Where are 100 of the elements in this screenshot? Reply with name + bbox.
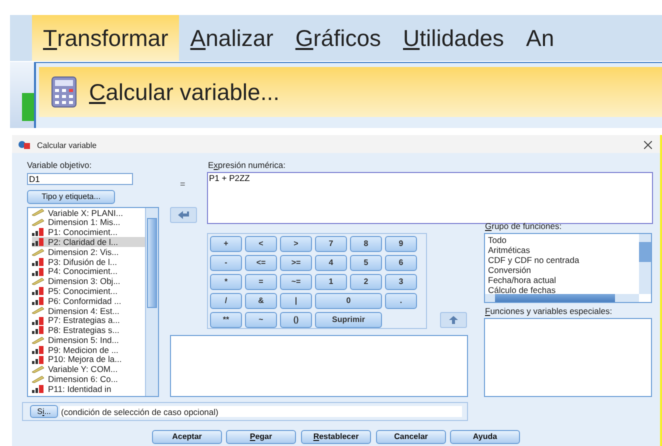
- list-item[interactable]: P1: Conocimient...: [32, 228, 146, 238]
- horizontal-scrollbar[interactable]: [485, 294, 639, 302]
- ruler-icon: [32, 376, 44, 383]
- keypad-button[interactable]: 5: [350, 255, 382, 271]
- ruler-icon: [32, 278, 44, 285]
- app-icon: [18, 140, 30, 149]
- keypad-button[interactable]: **: [210, 312, 242, 328]
- field-label: Variable objetivo:: [27, 161, 92, 170]
- bar-chart-icon: [32, 385, 44, 394]
- bar-chart-icon: [32, 268, 44, 276]
- list-item[interactable]: Dimension 3: Obj...: [32, 276, 146, 286]
- ruler-icon: [32, 209, 44, 216]
- field-label: Grupo de funciones:: [485, 222, 562, 231]
- equals-sign: =: [180, 178, 186, 191]
- dialog-button[interactable]: Restablecer: [301, 430, 371, 444]
- keypad-button[interactable]: 8: [350, 236, 382, 252]
- menu-item[interactable]: Utilidades: [392, 15, 516, 61]
- list-item[interactable]: P8: Estrategias s...: [32, 326, 146, 336]
- list-item[interactable]: P5: Conocimient...: [32, 286, 146, 296]
- list-item[interactable]: P4: Conocimient...: [32, 266, 146, 277]
- move-up-button[interactable]: [440, 312, 467, 328]
- keypad-button[interactable]: Suprimir: [315, 312, 382, 328]
- move-button[interactable]: [170, 207, 197, 223]
- list-item[interactable]: Dimension 6: Co...: [32, 374, 146, 384]
- bar-chart-icon: [32, 287, 44, 296]
- close-icon[interactable]: [644, 141, 652, 149]
- ruler-icon: [32, 336, 44, 344]
- dialog-button[interactable]: Cancelar: [376, 430, 446, 444]
- list-item[interactable]: Cálculo de fechas: [488, 285, 608, 295]
- bar-chart-icon: [32, 346, 44, 354]
- keypad-button[interactable]: 4: [315, 255, 347, 271]
- keypad-button[interactable]: 9: [385, 236, 417, 252]
- calculator-icon: [51, 76, 77, 108]
- list-item[interactable]: P7: Estrategias a...: [32, 316, 146, 326]
- keypad-button[interactable]: 3: [385, 274, 417, 290]
- keypad-button[interactable]: =: [245, 274, 277, 290]
- bar-chart-icon: [32, 326, 44, 334]
- list-item[interactable]: P6: Conformidad ...: [32, 296, 146, 306]
- keypad-button[interactable]: 1: [315, 274, 347, 290]
- menu-item[interactable]: Analizar: [179, 15, 284, 61]
- dialog-button[interactable]: Pegar: [226, 430, 296, 444]
- keypad-button[interactable]: <: [245, 236, 277, 252]
- keypad-button[interactable]: /: [210, 293, 242, 309]
- bar-chart-icon: [32, 258, 44, 266]
- up-arrow-icon: [449, 316, 458, 324]
- edge-marker: [22, 93, 34, 121]
- keypad-button[interactable]: 6: [385, 255, 417, 271]
- list-item[interactable]: P11: Identidad in: [32, 384, 146, 394]
- keypad-button[interactable]: 2: [350, 274, 382, 290]
- list-item[interactable]: P2: Claridad de l...: [32, 237, 146, 248]
- bar-chart-icon: [32, 316, 44, 325]
- keypad-button[interactable]: -: [210, 255, 242, 271]
- scrollbar-thumb[interactable]: [147, 218, 157, 308]
- keypad-button[interactable]: 7: [315, 236, 347, 252]
- scrollbar[interactable]: [639, 234, 651, 294]
- ruler-icon: [32, 307, 44, 314]
- keypad-button[interactable]: ~=: [280, 274, 312, 290]
- ruler-icon: [32, 366, 44, 374]
- field-label: Funciones y variables especiales:: [485, 307, 612, 316]
- keypad-button[interactable]: <=: [245, 255, 277, 271]
- type-label-button[interactable]: Tipo y etiqueta...: [27, 190, 115, 204]
- keypad-button[interactable]: *: [210, 274, 242, 290]
- list-item[interactable]: CDF y CDF no centrada: [488, 255, 608, 265]
- menu-item[interactable]: Gráficos: [284, 15, 392, 61]
- list-item[interactable]: P10: Mejora de la...: [32, 354, 146, 365]
- keypad-button[interactable]: &: [245, 293, 277, 309]
- keypad-button[interactable]: >=: [280, 255, 312, 271]
- list-item[interactable]: Aritméticas: [488, 245, 608, 255]
- dialog-button[interactable]: Ayuda: [450, 430, 520, 444]
- input-field[interactable]: D1: [27, 173, 133, 185]
- if-button[interactable]: Si...: [30, 405, 58, 418]
- menu-item[interactable]: An: [515, 15, 566, 61]
- keypad-button[interactable]: +: [210, 236, 242, 252]
- dialog-button[interactable]: Aceptar: [152, 430, 222, 444]
- list-item[interactable]: P3: Difusión de l...: [32, 256, 146, 267]
- keypad-button[interactable]: (): [280, 312, 312, 328]
- keypad-button[interactable]: >: [280, 236, 312, 252]
- list-item[interactable]: Fecha/hora actual: [488, 275, 608, 285]
- list-item[interactable]: Variable X: PLANI...: [32, 208, 146, 218]
- expression-field[interactable]: P1 + P2ZZ: [207, 172, 653, 224]
- list-item[interactable]: Dimension 5: Ind...: [32, 335, 146, 346]
- scrollbar[interactable]: [145, 208, 158, 396]
- scrollbar-thumb[interactable]: [495, 294, 615, 302]
- bar-chart-icon: [32, 356, 44, 364]
- list-item[interactable]: Variable Y: COM...: [32, 364, 146, 375]
- list-item[interactable]: Dimension 2: Vis...: [32, 247, 146, 257]
- list-item[interactable]: Dimension 4: Est...: [32, 306, 146, 316]
- keypad-button[interactable]: ~: [245, 312, 277, 328]
- bar-chart-icon: [32, 228, 44, 236]
- list-item[interactable]: Conversión: [488, 265, 608, 275]
- keypad-button[interactable]: 0: [315, 293, 382, 309]
- keypad-button[interactable]: .: [385, 293, 417, 309]
- scrollbar-thumb[interactable]: [639, 242, 651, 262]
- list-item[interactable]: Dimension 1: Mis...: [32, 218, 146, 228]
- list-item[interactable]: Todo: [488, 235, 608, 245]
- menu-item[interactable]: Transformar: [32, 15, 180, 61]
- menu-item[interactable]: Calcular variable...: [39, 67, 662, 117]
- bar-chart-icon: [32, 297, 44, 306]
- list-item[interactable]: P9: Medicion de ...: [32, 345, 146, 355]
- keypad-button[interactable]: |: [280, 293, 312, 309]
